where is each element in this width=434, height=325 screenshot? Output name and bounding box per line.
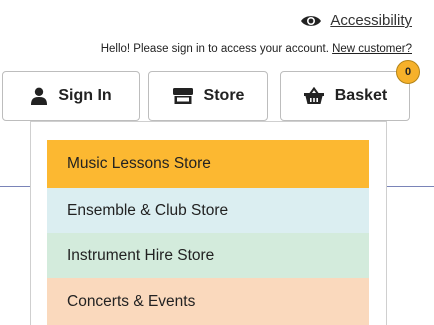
menu-item-instrument-hire-store[interactable]: Instrument Hire Store <box>47 233 369 278</box>
page: Accessibility Hello! Please sign in to a… <box>0 0 434 325</box>
menu-item-ensemble-club-store[interactable]: Ensemble & Club Store <box>47 188 369 233</box>
menu-item-label: Instrument Hire Store <box>67 246 215 264</box>
basket-label: Basket <box>334 87 388 104</box>
accessibility-label: Accessibility <box>330 12 412 29</box>
menu-item-label: Concerts & Events <box>67 293 196 310</box>
menu-item-label: Ensemble & Club Store <box>67 201 229 219</box>
sign-in-label: Sign In <box>58 87 112 104</box>
store-icon <box>172 88 193 104</box>
menu-item-label: Music Lessons Store <box>67 155 211 172</box>
eye-icon <box>301 15 322 26</box>
store-label: Store <box>203 87 245 104</box>
new-customer-link[interactable]: New customer? <box>332 43 412 55</box>
greeting-text: Hello! Please sign in to access your acc… <box>101 43 412 55</box>
accessibility-link[interactable]: Accessibility <box>300 12 412 29</box>
basket-button[interactable]: Basket <box>280 71 410 121</box>
user-icon <box>31 87 48 105</box>
menu-item-concerts-events[interactable]: Concerts & Events <box>47 278 369 325</box>
store-button[interactable]: Store <box>148 71 268 121</box>
menu-item-music-lessons-store[interactable]: Music Lessons Store <box>47 140 369 188</box>
store-dropdown-menu: Music Lessons Store Ensemble & Club Stor… <box>30 121 387 325</box>
sign-in-button[interactable]: Sign In <box>2 71 140 121</box>
basket-icon <box>303 87 324 104</box>
basket-count-badge: 0 <box>396 60 420 84</box>
greeting-message: Hello! Please sign in to access your acc… <box>100 43 329 55</box>
